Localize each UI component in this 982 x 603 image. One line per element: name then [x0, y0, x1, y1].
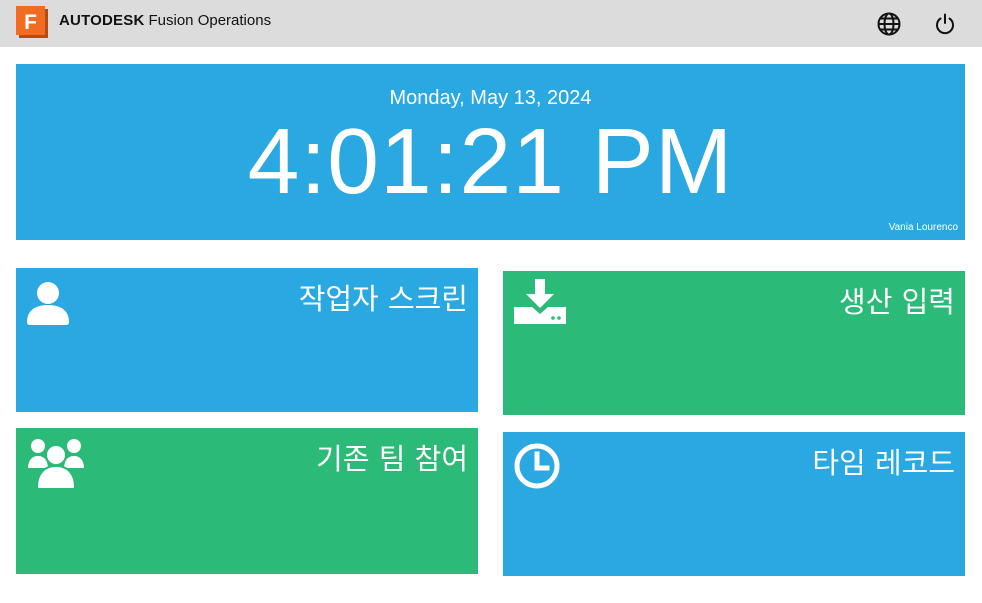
top-bar: F AUTODESK Fusion Operations	[0, 0, 982, 47]
clock-icon	[514, 443, 560, 494]
fusion-logo-icon: F	[16, 6, 48, 38]
globe-icon[interactable]	[876, 11, 902, 37]
current-time: 4:01:21 PM	[247, 109, 734, 213]
production-entry-tile[interactable]: 생산 입력	[503, 271, 965, 415]
logo-letter: F	[24, 11, 37, 34]
brand-name: AUTODESK	[59, 12, 145, 29]
power-icon[interactable]	[932, 11, 958, 37]
download-tray-icon	[514, 279, 566, 330]
tile-label: 타임 레코드	[812, 446, 955, 480]
join-team-tile[interactable]: 기존 팀 참여	[16, 428, 478, 574]
tile-label: 기존 팀 참여	[316, 442, 468, 476]
tile-label: 생산 입력	[839, 285, 955, 319]
current-date: Monday, May 13, 2024	[389, 87, 592, 109]
tile-label: 작업자 스크린	[298, 282, 468, 316]
app-title: AUTODESK Fusion Operations	[59, 12, 271, 29]
time-record-tile[interactable]: 타임 레코드	[503, 432, 965, 576]
user-name: Vania Lourenco	[888, 222, 958, 233]
operator-screen-tile[interactable]: 작업자 스크린	[16, 268, 478, 412]
clock-panel: Monday, May 13, 2024 4:01:21 PM Vania Lo…	[16, 64, 965, 240]
user-icon	[26, 280, 70, 331]
group-icon	[25, 436, 87, 495]
product-name: Fusion Operations	[148, 12, 272, 29]
